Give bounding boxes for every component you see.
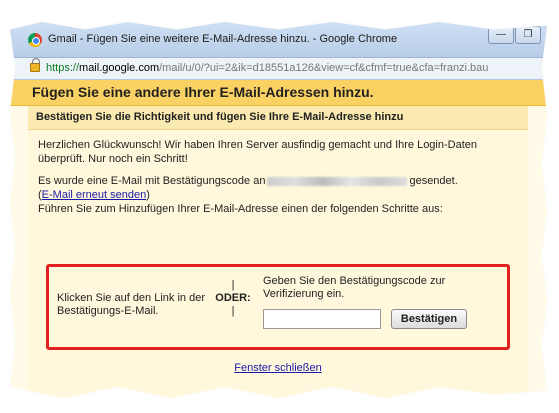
separator-bar-top: | — [231, 279, 235, 291]
sent-notice: Es wurde eine E-Mail mit Bestätigungscod… — [38, 174, 518, 216]
dialog-panel: Bestätigen Sie die Richtigkeit und fügen… — [28, 106, 528, 398]
dialog-body: Herzlichen Glückwunsch! Wir haben Ihren … — [28, 130, 528, 216]
congrats-text: Herzlichen Glückwunsch! Wir haben Ihren … — [38, 139, 478, 165]
section-heading: Bestätigen Sie die Richtigkeit und fügen… — [28, 106, 528, 130]
window-title: Gmail - Fügen Sie eine weitere E-Mail-Ad… — [48, 33, 398, 45]
close-window-row: Fenster schließen — [28, 362, 528, 374]
chrome-logo-icon — [28, 33, 42, 47]
url-scheme: https:// — [46, 62, 80, 74]
sent-suffix: gesendet. — [409, 175, 458, 187]
browser-window: Gmail - Fügen Sie eine weitere E-Mail-Ad… — [10, 22, 547, 398]
verification-code-input[interactable] — [263, 309, 381, 329]
resend-email-link[interactable]: E-Mail erneut senden — [42, 189, 147, 201]
url-host: mail.google.com — [79, 62, 160, 74]
restore-button[interactable]: ❐ — [515, 26, 541, 44]
redacted-email — [267, 176, 408, 186]
url-path: /mail/u/0/?ui=2&ik=d18551a126&view=cf&cf… — [159, 62, 489, 74]
options-highlight-box: Klicken Sie auf den Link in der Bestätig… — [46, 264, 510, 350]
option-click-link: Klicken Sie auf den Link in der Bestätig… — [57, 292, 205, 317]
instructions-text: Führen Sie zum Hinzufügen Ihrer E-Mail-A… — [38, 203, 443, 215]
sent-prefix: Es wurde eine E-Mail mit Bestätigungscod… — [38, 175, 266, 187]
separator-bar-bottom: | — [231, 305, 235, 317]
or-label: ODER: — [215, 292, 251, 304]
resend-paren-close: ) — [146, 189, 150, 201]
or-separator: | ODER: | — [213, 279, 253, 317]
confirm-button[interactable]: Bestätigen — [391, 309, 467, 329]
url-text[interactable]: https://mail.google.com/mail/u/0/?ui=2&i… — [46, 62, 488, 74]
close-window-link[interactable]: Fenster schließen — [234, 362, 321, 374]
option-enter-code: Geben Sie den Bestätigungscode zur Verif… — [263, 275, 446, 300]
address-bar[interactable]: https://mail.google.com/mail/u/0/?ui=2&i… — [10, 58, 547, 80]
lock-icon — [30, 58, 40, 72]
page-title: Fügen Sie eine andere Ihrer E-Mail-Adres… — [10, 80, 547, 106]
